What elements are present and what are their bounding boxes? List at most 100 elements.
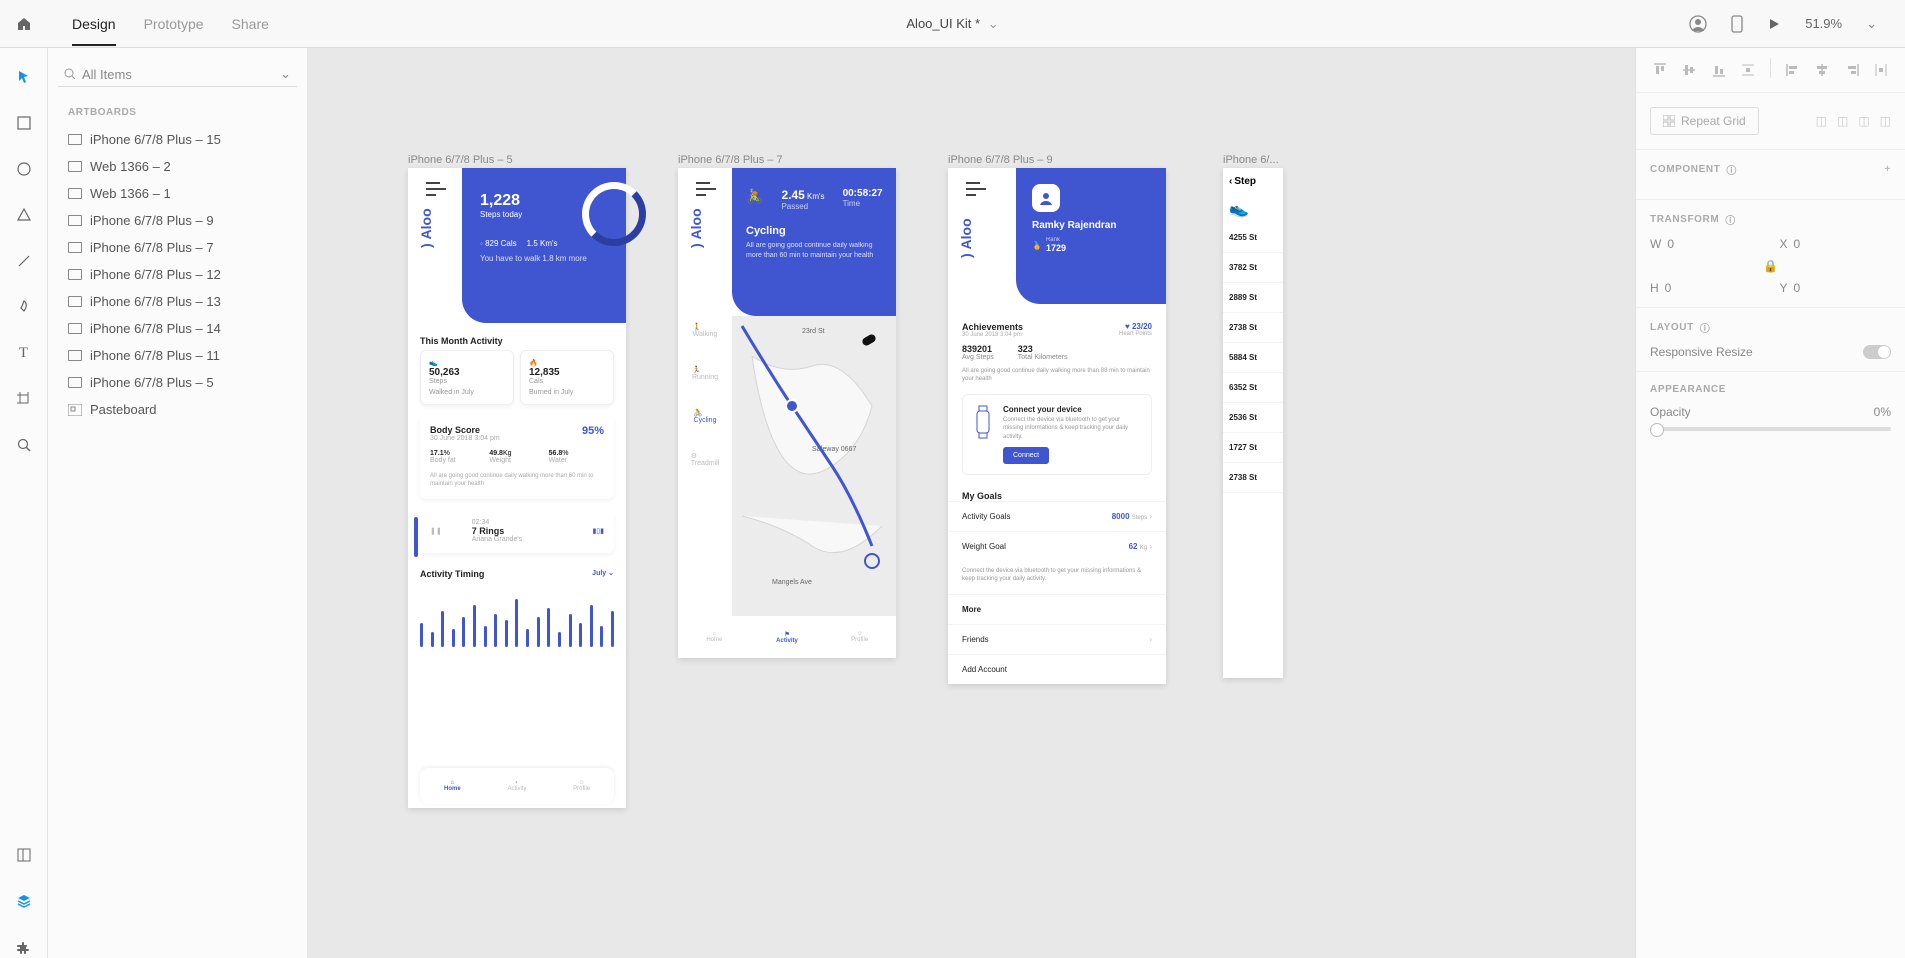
artboard-item[interactable]: iPhone 6/7/8 Plus – 12: [58, 261, 297, 288]
artboard-item[interactable]: iPhone 6/7/8 Plus – 15: [58, 126, 297, 153]
plugins-icon[interactable]: [13, 936, 35, 958]
brand-logo: ) Aloo: [688, 208, 704, 248]
rectangle-tool-icon[interactable]: [13, 112, 35, 134]
tab-design[interactable]: Design: [72, 16, 116, 46]
zoom-level[interactable]: 51.9%: [1805, 16, 1842, 31]
chevron-down-icon[interactable]: ⌄: [1866, 16, 1877, 32]
artboard-label[interactable]: iPhone 6/7/8 Plus – 9: [948, 154, 1053, 166]
info-icon[interactable]: ⓘ: [1726, 162, 1737, 177]
step-row: 2889 St: [1223, 283, 1283, 313]
nav-home: ⌂Home: [420, 768, 485, 804]
artboard-label[interactable]: iPhone 6/7/8 Plus – 7: [678, 154, 783, 166]
align-controls: [1636, 48, 1905, 93]
lock-icon[interactable]: 🔒: [1650, 259, 1891, 273]
artboard-item[interactable]: iPhone 6/7/8 Plus – 11: [58, 342, 297, 369]
cycling-header: 🚴 2.45 Km'sPassed 00:58:27Time Cycling A…: [732, 168, 896, 316]
responsive-toggle[interactable]: [1863, 345, 1891, 359]
profile-header: Ramky Rajendran 🏅 Rank1729: [1016, 168, 1166, 304]
brand-logo: ) Aloo: [958, 218, 974, 258]
user-avatar-icon[interactable]: [1689, 15, 1707, 33]
artboard-iphone-7[interactable]: ) Aloo 🚴 2.45 Km'sPassed 00:58:27Time Cy…: [678, 168, 896, 658]
add-component-icon[interactable]: +: [1885, 164, 1891, 175]
height-field[interactable]: H 0: [1650, 281, 1762, 295]
play-icon[interactable]: [1767, 17, 1781, 31]
add-account-row: Add Account: [948, 654, 1166, 684]
align-vmiddle-icon[interactable]: [1678, 58, 1702, 82]
artboard-item[interactable]: Web 1366 – 2: [58, 153, 297, 180]
activity-type-sidebar: 🚶Walking 🏃Running 🚴Cycling ⚙Treadmill: [678, 323, 732, 467]
boolean-intersect-icon[interactable]: ◫: [1858, 114, 1869, 128]
pasteboard-item[interactable]: Pasteboard: [58, 396, 297, 423]
distribute-h-icon[interactable]: [1869, 58, 1893, 82]
artboard-label[interactable]: iPhone 6/...: [1223, 154, 1279, 166]
artboard-iphone-5[interactable]: ) Aloo 1,228 Steps today ◦ 829 Cals 1.5 …: [408, 168, 626, 808]
pen-tool-icon[interactable]: [13, 296, 35, 318]
select-tool-icon[interactable]: [13, 66, 35, 88]
zoom-tool-icon[interactable]: [13, 434, 35, 456]
walk-note: You have to walk 1.8 km more: [480, 254, 614, 263]
layers-icon[interactable]: [13, 890, 35, 912]
body-score-card: Body Score 30 June 2018 3:04 pm 95% 17.1…: [420, 415, 614, 499]
y-field[interactable]: Y 0: [1780, 281, 1892, 295]
assets-icon[interactable]: [13, 844, 35, 866]
cycle-icon: 🚴: [746, 188, 763, 211]
brand-logo: ) Aloo: [418, 208, 434, 248]
artboard-item[interactable]: iPhone 6/7/8 Plus – 7: [58, 234, 297, 261]
artboard-iphone-9[interactable]: ) Aloo Ramky Rajendran 🏅 Rank1729 Achiev…: [948, 168, 1166, 684]
text-tool-icon[interactable]: T: [13, 342, 35, 364]
nav-profile: ☺Profile: [823, 616, 896, 658]
tab-share[interactable]: Share: [232, 16, 269, 32]
artboard-label[interactable]: iPhone 6/7/8 Plus – 5: [408, 154, 513, 166]
artboard-item[interactable]: iPhone 6/7/8 Plus – 13: [58, 288, 297, 315]
align-top-icon[interactable]: [1648, 58, 1672, 82]
medal-icon: 🏅: [1032, 241, 1042, 250]
component-section-title: COMPONENT: [1650, 164, 1720, 175]
boolean-exclude-icon[interactable]: ◫: [1880, 114, 1891, 128]
artboard-label: iPhone 6/7/8 Plus – 13: [90, 294, 221, 309]
timing-bars-chart: [420, 587, 614, 647]
search-input[interactable]: All Items ⌄: [58, 62, 297, 87]
artboard-item[interactable]: iPhone 6/7/8 Plus – 14: [58, 315, 297, 342]
width-field[interactable]: W 0: [1650, 237, 1762, 251]
steps-card: 👟 50,263 Steps Walked in July: [420, 350, 514, 405]
tab-prototype[interactable]: Prototype: [144, 16, 204, 32]
x-field[interactable]: X 0: [1780, 237, 1892, 251]
document-title[interactable]: Aloo_UI Kit * ⌄: [906, 16, 998, 32]
home-icon[interactable]: [0, 0, 48, 48]
align-right-icon[interactable]: [1840, 58, 1864, 82]
map-label: Safeway 0667: [812, 446, 856, 453]
nav-home: ⌂Home: [678, 616, 751, 658]
align-bottom-icon[interactable]: [1707, 58, 1731, 82]
ellipse-tool-icon[interactable]: [13, 158, 35, 180]
artboard-label: Web 1366 – 1: [90, 186, 171, 201]
step-row: 2536 St: [1223, 403, 1283, 433]
artboard-item[interactable]: iPhone 6/7/8 Plus – 9: [58, 207, 297, 234]
artboard-label: Web 1366 – 2: [90, 159, 171, 174]
design-canvas[interactable]: iPhone 6/7/8 Plus – 5 iPhone 6/7/8 Plus …: [308, 48, 1635, 958]
align-hcenter-icon[interactable]: [1810, 58, 1834, 82]
cycle-icon: 🚴Cycling: [694, 409, 717, 424]
artboard-tool-icon[interactable]: [13, 388, 35, 410]
repeat-grid-button[interactable]: Repeat Grid: [1650, 107, 1759, 135]
treadmill-icon: ⚙Treadmill: [691, 452, 720, 467]
step-row: 5884 St: [1223, 343, 1283, 373]
responsive-resize-label: Responsive Resize: [1650, 345, 1753, 359]
run-icon: 🏃Running: [692, 366, 718, 381]
artboard-item[interactable]: iPhone 6/7/8 Plus – 5: [58, 369, 297, 396]
artboard-item[interactable]: Web 1366 – 1: [58, 180, 297, 207]
polygon-tool-icon[interactable]: [13, 204, 35, 226]
nav-activity: ◐Activity: [485, 768, 550, 804]
artboard-partial[interactable]: ‹ Step 👟 4255 St3782 St2889 St2738 St588…: [1223, 168, 1283, 678]
align-left-icon[interactable]: [1781, 58, 1805, 82]
info-icon[interactable]: ⓘ: [1700, 320, 1711, 335]
boolean-add-icon[interactable]: ◫: [1816, 114, 1827, 128]
distribute-v-icon[interactable]: [1737, 58, 1761, 82]
info-icon[interactable]: ⓘ: [1725, 212, 1736, 227]
device-preview-icon[interactable]: [1731, 15, 1743, 33]
artboard-label: iPhone 6/7/8 Plus – 12: [90, 267, 221, 282]
search-icon: [64, 68, 76, 80]
opacity-slider[interactable]: [1650, 427, 1891, 431]
line-tool-icon[interactable]: [13, 250, 35, 272]
progress-ring-icon: [582, 182, 646, 246]
boolean-subtract-icon[interactable]: ◫: [1837, 114, 1848, 128]
